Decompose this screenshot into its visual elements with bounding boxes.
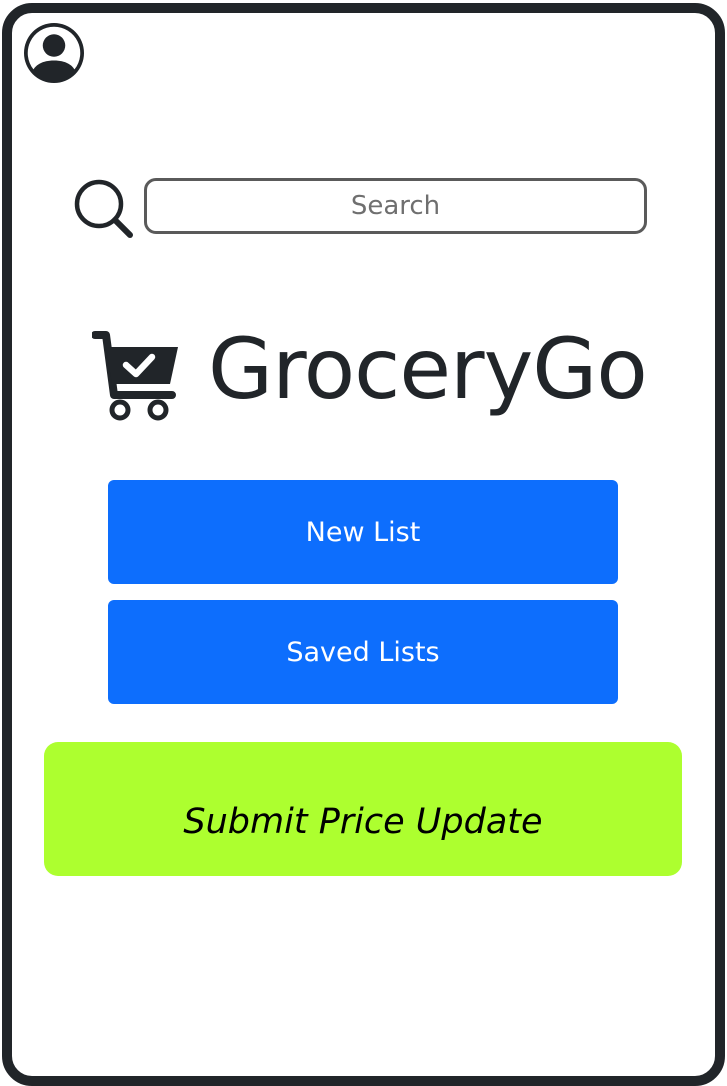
new-list-label: New List (305, 516, 421, 548)
search-bar (73, 178, 653, 248)
submit-price-update-button[interactable]: Submit Price Update (44, 742, 682, 876)
app-frame: GroceryGo New List Saved Lists Submit Pr… (2, 3, 725, 1086)
brand-header: GroceryGo (91, 311, 652, 431)
profile-icon[interactable] (24, 23, 84, 83)
new-list-button[interactable]: New List (108, 480, 618, 584)
search-icon[interactable] (73, 178, 135, 240)
cart-check-icon (91, 329, 182, 421)
search-input[interactable] (144, 178, 647, 234)
app-title: GroceryGo (208, 320, 648, 418)
submit-price-update-label: Submit Price Update (183, 802, 543, 842)
saved-lists-label: Saved Lists (286, 636, 440, 668)
saved-lists-button[interactable]: Saved Lists (108, 600, 618, 704)
